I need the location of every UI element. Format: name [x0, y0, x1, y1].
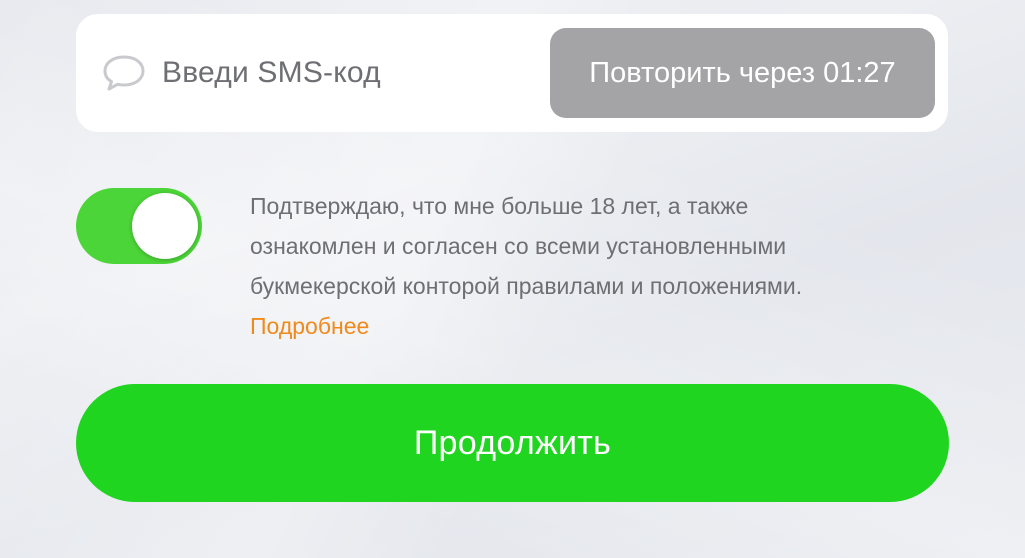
sms-code-card: Введи SMS-код Повторить через 01:27: [76, 14, 948, 132]
agreement-line: Подтверждаю, что мне больше 18 лет, а та…: [250, 193, 749, 219]
continue-button[interactable]: Продолжить: [76, 384, 949, 502]
age-agreement: Подтверждаю, что мне больше 18 лет, а та…: [76, 186, 948, 346]
resend-code-button[interactable]: Повторить через 01:27: [550, 28, 935, 118]
agreement-text: Подтверждаю, что мне больше 18 лет, а та…: [250, 186, 940, 346]
sms-code-placeholder: Введи SMS-код: [162, 56, 381, 89]
agreement-toggle[interactable]: [76, 188, 202, 264]
more-details-link[interactable]: Подробнее: [250, 306, 369, 346]
chat-bubble-icon: [100, 53, 148, 93]
toggle-knob: [132, 193, 198, 259]
agreement-line: букмекерской конторой правилами и положе…: [250, 273, 803, 299]
sms-code-input[interactable]: Введи SMS-код: [100, 14, 540, 132]
agreement-line: ознакомлен и согласен со всеми установле…: [250, 233, 787, 259]
